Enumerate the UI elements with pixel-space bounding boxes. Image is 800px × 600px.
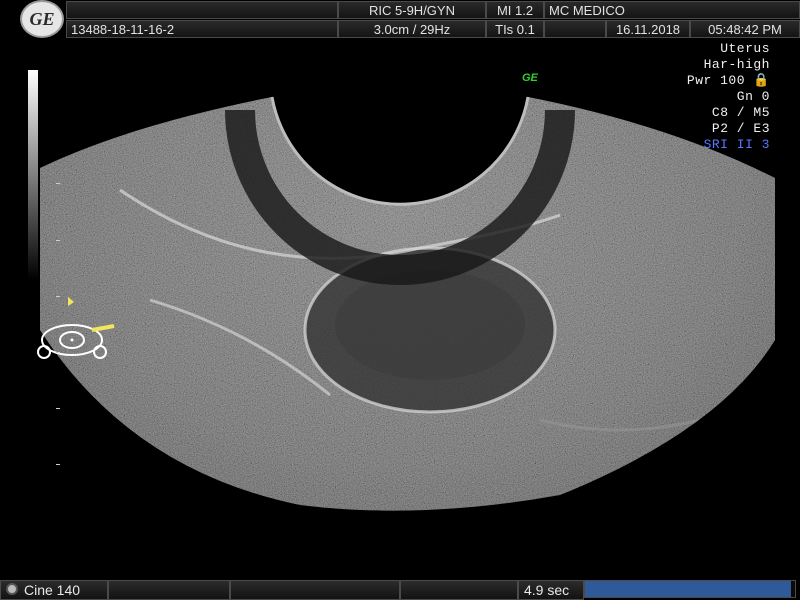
cine-progress-fill — [585, 581, 791, 597]
harmonic-label: Har-high — [703, 57, 770, 72]
depth-frequency: 3.0cm / 29Hz — [338, 20, 486, 38]
cine-duration: 4.9 sec — [524, 582, 570, 598]
cine-progress-bar[interactable] — [584, 580, 796, 598]
depth-tick — [56, 352, 60, 353]
preset-label: Uterus — [720, 41, 770, 56]
depth-tick — [56, 408, 60, 409]
grayscale-bar — [28, 70, 38, 280]
power-value: Pwr 100 🔒 — [686, 73, 770, 88]
depth-tick — [56, 464, 60, 465]
gain-value: Gn 0 — [736, 89, 770, 104]
cm-value: C8 / M5 — [711, 105, 770, 120]
pe-value: P2 / E3 — [711, 121, 770, 136]
footer-softkey-3[interactable] — [400, 580, 518, 600]
depth-tick — [56, 240, 60, 241]
depth-tick — [56, 183, 60, 184]
mi-value: MI 1.2 — [486, 1, 544, 19]
cine-label: Cine 140 — [24, 582, 81, 598]
patient-id: 13488-18-11-16-2 — [66, 20, 338, 38]
exam-time: 05:48:42 PM — [690, 20, 800, 38]
probe-label: RIC 5-9H/GYN — [338, 1, 486, 19]
cine-record-icon — [6, 583, 18, 595]
ge-logo: GE — [20, 0, 64, 38]
ge-badge: GE — [522, 72, 538, 84]
ultrasound-image — [37, 96, 775, 511]
tis-value: TIs 0.1 — [486, 20, 544, 38]
footer-softkey-2[interactable] — [230, 580, 400, 600]
exam-date: 16.11.2018 — [606, 20, 690, 38]
header-empty-field — [66, 1, 338, 19]
institution-label: MC MEDICO — [544, 1, 800, 19]
footer-softkey-1[interactable] — [108, 580, 230, 600]
header-empty-field-2 — [544, 20, 606, 38]
depth-tick — [56, 296, 60, 297]
lock-icon: 🔒 — [745, 73, 770, 88]
sri-value: SRI II 3 — [703, 137, 770, 152]
